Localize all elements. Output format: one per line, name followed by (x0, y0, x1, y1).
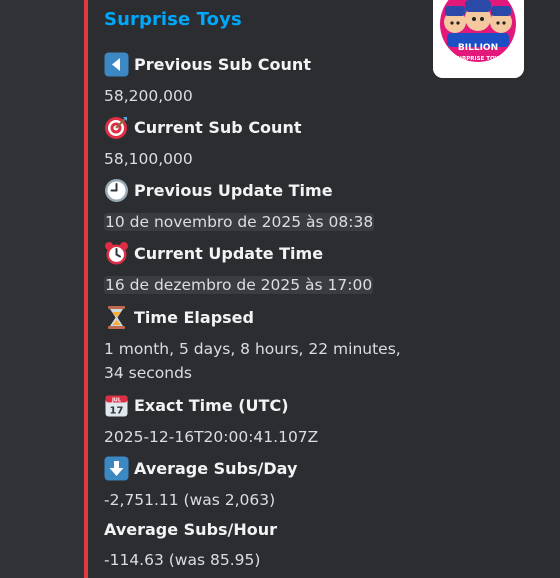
field-value-text: 2025-12-16T20:00:41.107Z (104, 428, 319, 446)
down-arrow-icon (104, 456, 129, 481)
field-average-subs-hour: Average Subs/Hour (104, 520, 277, 539)
svg-text:17: 17 (110, 406, 124, 417)
field-current-update-time: Current Update Time (104, 241, 323, 266)
timestamp-highlight[interactable]: 10 de novembro de 2025 às 08:38 (104, 213, 375, 231)
timestamp-highlight[interactable]: 16 de dezembro de 2025 às 17:00 (104, 276, 374, 294)
svg-text:JUL: JUL (111, 398, 122, 404)
alarm-clock-icon (104, 241, 129, 266)
field-name-label: Previous Update Time (134, 181, 333, 200)
field-value-text: 1 month, 5 days, 8 hours, 22 minutes, 34… (104, 337, 401, 385)
billion-surprise-toys-logo-icon: BILLION SURPRISE TOYS (433, 0, 524, 78)
field-name-label: Average Subs/Hour (104, 520, 278, 539)
logo-text-line2: SURPRISE TOYS (454, 56, 503, 62)
field-value-text: 16 de dezembro de 2025 às 17:00 (104, 273, 374, 297)
field-time-elapsed: Time Elapsed (104, 305, 254, 330)
field-name-label: Exact Time (UTC) (134, 396, 289, 415)
calendar-icon: JUL 17 (104, 393, 129, 418)
field-value-text: 10 de novembro de 2025 às 08:38 (104, 210, 375, 234)
embed-title[interactable]: Surprise Toys (104, 9, 242, 30)
field-current-sub-count: Current Sub Count (104, 115, 301, 140)
logo-text-line1: BILLION (458, 43, 498, 53)
field-value-line: 1 month, 5 days, 8 hours, 22 minutes, (104, 340, 401, 358)
field-value-line: 34 seconds (104, 364, 193, 382)
target-icon (104, 115, 129, 140)
field-previous-sub-count: Previous Sub Count (104, 52, 311, 77)
field-average-subs-day: Average Subs/Day (104, 456, 297, 481)
back-arrow-icon (104, 52, 129, 77)
field-value-text: -2,751.11 (was 2,063) (104, 491, 276, 509)
field-exact-time: JUL 17 Exact Time (UTC) (104, 393, 289, 418)
field-value-text: -114.63 (was 85.95) (104, 551, 261, 569)
field-name-label: Current Update Time (134, 244, 324, 263)
field-name-label: Previous Sub Count (134, 55, 311, 74)
field-name-label: Current Sub Count (134, 118, 302, 137)
thumbnail-image[interactable]: BILLION SURPRISE TOYS (433, 0, 524, 78)
field-name-label: Time Elapsed (134, 308, 254, 327)
hourglass-icon (104, 305, 129, 330)
field-value-text: 58,200,000 (104, 87, 193, 105)
field-previous-update-time: Previous Update Time (104, 178, 333, 203)
clock-icon (104, 178, 129, 203)
field-name-label: Average Subs/Day (134, 459, 298, 478)
field-value-text: 58,100,000 (104, 150, 193, 168)
